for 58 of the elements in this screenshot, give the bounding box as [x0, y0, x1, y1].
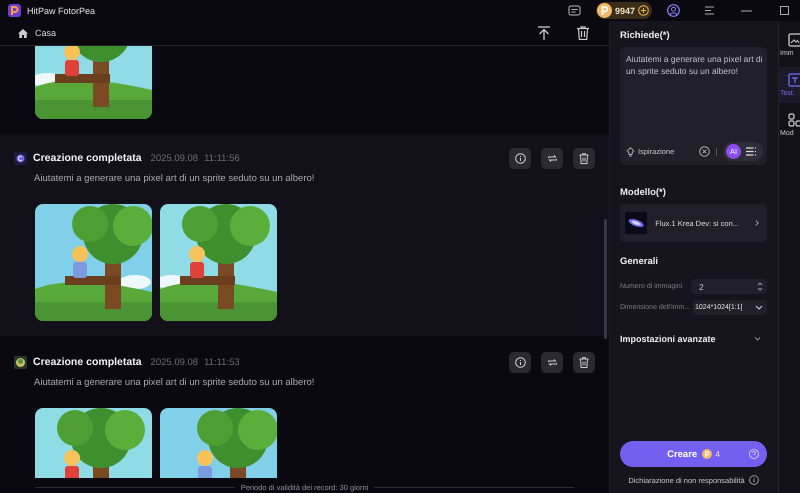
user-icon[interactable] — [667, 4, 680, 17]
coin-icon — [596, 3, 612, 18]
regenerate-button[interactable] — [541, 352, 563, 372]
home-icon[interactable] — [18, 28, 28, 38]
delete-button[interactable] — [573, 148, 595, 168]
record-icon — [14, 152, 27, 164]
repeat-icon — [546, 356, 558, 368]
record-prompt: Aiutatemi a generare una pixel art di un sprite seduto su un albero! — [34, 377, 316, 388]
trash-icon — [579, 356, 589, 368]
chevron-down-icon — [755, 305, 763, 310]
menu-icon[interactable] — [704, 6, 715, 15]
record-title: Creazione completata — [33, 356, 142, 368]
record-date: 2025.09.08 — [150, 356, 198, 368]
delete-button[interactable] — [573, 352, 595, 372]
help-icon — [749, 449, 759, 459]
record-card[interactable]: Creazione completata 2025.09.08 11:11:56 Aiutatemi a generare una pixel art di un sprite seduto su un albero! — [0, 134, 609, 336]
record-date: 2025.09.08 — [150, 152, 198, 164]
info-button[interactable] — [509, 352, 531, 372]
record-time: 11:11:53 — [204, 356, 240, 368]
app-title: HitPaw FotorPea — [27, 6, 96, 16]
trash-icon — [579, 152, 589, 164]
regenerate-button[interactable] — [541, 148, 563, 168]
section-title: Generali — [620, 256, 660, 267]
scrollbar-thumb[interactable] — [604, 219, 607, 339]
record-row[interactable]: Creazione completata 2025.09.08 11:11:53 Aiutatemi a generare una pixel art di un sprite seduto su un albero! — [0, 336, 609, 478]
tab-icon — [788, 113, 800, 127]
record-time: 11:11:56 — [204, 152, 240, 164]
chevron-right-icon — [755, 219, 759, 227]
section-title: Richiede(*) — [620, 30, 671, 41]
list-icon[interactable] — [746, 147, 757, 156]
minimize-icon[interactable] — [741, 10, 752, 12]
number-stepper[interactable]: 2 — [691, 279, 767, 294]
app-logo-icon — [8, 4, 21, 17]
info-icon — [514, 356, 526, 368]
record-prompt: Aiutatemi a generare una pixel art di un sprite seduto su un albero! — [34, 173, 316, 184]
stepper-arrows-icon — [757, 282, 763, 291]
clear-icon[interactable] — [699, 146, 710, 157]
create-button[interactable]: Creare 4 — [620, 441, 767, 467]
section-title: Modello(*) — [620, 187, 667, 198]
info-icon — [514, 152, 526, 164]
add-icon — [638, 5, 649, 16]
repeat-icon — [546, 152, 558, 164]
info-button[interactable] — [509, 148, 531, 168]
tab-icon — [788, 33, 800, 47]
model-thumbnail-icon — [625, 209, 648, 237]
maximize-icon[interactable] — [780, 6, 789, 15]
info-icon[interactable] — [748, 475, 759, 485]
trash-icon[interactable] — [577, 26, 589, 40]
chat-icon[interactable] — [568, 4, 581, 16]
breadcrumb-link[interactable]: Casa — [35, 28, 56, 38]
scroll-to-top-icon[interactable] — [538, 26, 550, 40]
coin-icon — [702, 449, 712, 459]
credits-badge[interactable]: 9947 — [596, 2, 652, 19]
lightbulb-icon — [626, 146, 635, 156]
tab-icon — [788, 73, 800, 87]
record-icon — [14, 356, 27, 368]
advanced-settings-toggle[interactable]: Impostazioni avanzate — [620, 334, 767, 344]
record-title: Creazione completata — [33, 152, 142, 164]
